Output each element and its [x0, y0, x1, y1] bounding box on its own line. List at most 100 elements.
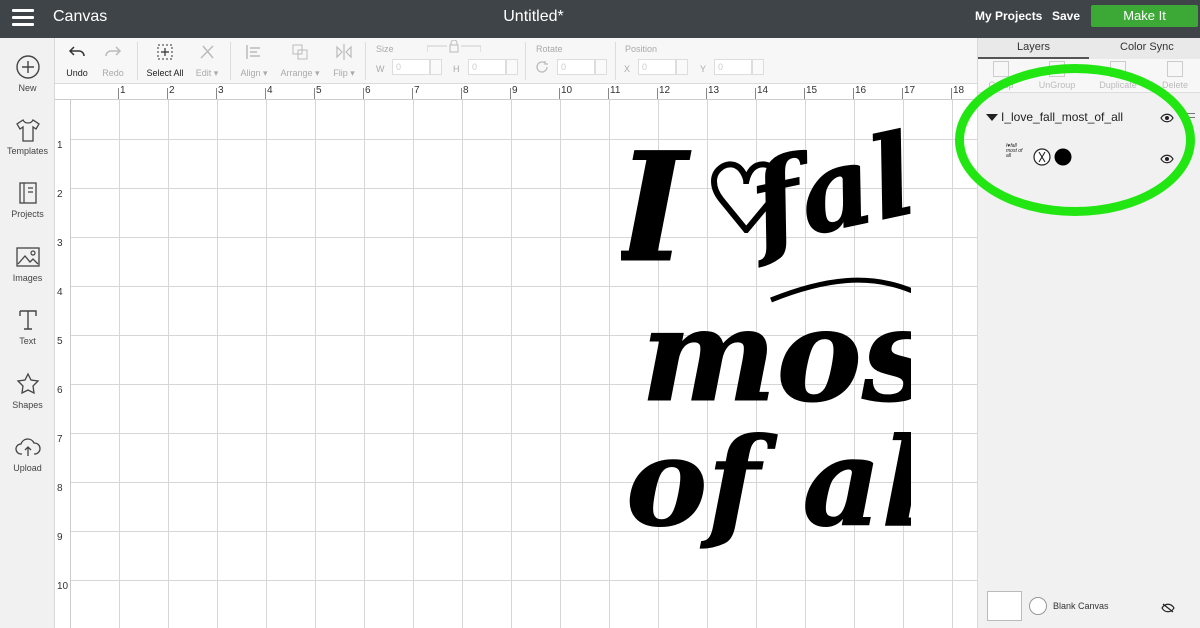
rotate-stepper[interactable]	[595, 59, 607, 75]
layer-group-row[interactable]: I_love_fall_most_of_all	[978, 104, 1200, 130]
position-label: Position	[625, 44, 658, 54]
sidebar-item-shapes[interactable]: Shapes	[0, 371, 55, 410]
ruler-tick-label: 5	[316, 85, 322, 96]
align-dropdown[interactable]: Align ▾	[236, 42, 272, 79]
layers-panel: Layers Color Sync Group UnGroup Duplicat…	[977, 38, 1200, 628]
scissors-edit-icon	[200, 45, 214, 59]
ruler-tick	[559, 88, 560, 99]
ruler-tick-label: 6	[57, 385, 63, 396]
sidebar-item-label: Upload	[13, 463, 42, 473]
sidebar-item-text[interactable]: Text	[0, 307, 55, 346]
height-input[interactable]: 0	[468, 59, 506, 75]
tshirt-icon	[15, 119, 40, 142]
lock-aspect-icon[interactable]	[427, 40, 481, 54]
rotate-icon	[536, 61, 548, 73]
toolbar-divider	[615, 42, 616, 80]
arrange-dropdown[interactable]: Arrange ▾	[278, 42, 322, 79]
ruler-tick	[216, 88, 217, 99]
shapes-icon	[16, 372, 39, 395]
ruler-tick-label: 2	[57, 189, 63, 200]
x-position-stepper[interactable]	[676, 59, 688, 75]
sidebar-item-label: Projects	[11, 209, 44, 219]
y-label: Y	[700, 64, 707, 74]
redo-button[interactable]: Redo	[99, 42, 127, 78]
plus-circle-icon	[15, 55, 40, 79]
x-position-input[interactable]: 0	[638, 59, 676, 75]
design-letter-i: I	[621, 120, 691, 296]
save-button[interactable]: Save	[1052, 9, 1080, 23]
y-position-stepper[interactable]	[752, 59, 764, 75]
layer-actions-bar: Group UnGroup Duplicate Delete	[978, 59, 1200, 93]
ruler-tick-label: 7	[57, 434, 63, 445]
sidebar-item-images[interactable]: Images	[0, 244, 55, 283]
sidebar-item-upload[interactable]: Upload	[0, 434, 55, 473]
design-canvas[interactable]: I ♥ fall most of all	[71, 100, 977, 628]
eye-visibility-icon[interactable]	[1160, 154, 1174, 164]
cloud-upload-icon	[14, 438, 41, 456]
size-label: Size	[376, 44, 394, 54]
sidebar-item-label: New	[18, 83, 37, 93]
top-bar: Canvas Untitled* My Projects Save Make I…	[0, 0, 1200, 38]
tab-layers[interactable]: Layers	[1017, 41, 1050, 53]
select-all-label: Select All	[146, 68, 184, 78]
sidebar-item-templates[interactable]: Templates	[0, 117, 55, 156]
layer-color-swatch[interactable]	[1054, 148, 1072, 166]
ruler-tick	[265, 88, 266, 99]
ruler-tick-label: 11	[610, 85, 621, 96]
width-stepper[interactable]	[430, 59, 442, 75]
edit-label: Edit ▾	[195, 68, 219, 78]
design-words-of-all: of all	[626, 410, 911, 554]
ruler-tick-label: 3	[218, 85, 224, 96]
edit-toolbar: Undo Redo Select All Edit ▾ Align ▾ Arra…	[55, 38, 977, 84]
group-button[interactable]: Group	[986, 61, 1016, 90]
fall-lettering-design[interactable]: I ♥ fall most of all	[621, 120, 911, 580]
sublayer-row[interactable]: I♥fall most of all	[978, 140, 1200, 176]
blank-canvas-color-circle[interactable]	[1029, 597, 1047, 615]
collapse-triangle-icon[interactable]	[986, 114, 998, 121]
sidebar-item-projects[interactable]: Projects	[0, 180, 55, 219]
duplicate-button[interactable]: Duplicate	[1095, 61, 1141, 90]
tab-color-sync[interactable]: Color Sync	[1120, 41, 1174, 53]
ruler-tick-label: 16	[855, 85, 867, 96]
select-all-button[interactable]: Select All	[144, 42, 186, 78]
rotate-input[interactable]: 0	[557, 59, 595, 75]
drag-handle-icon[interactable]	[1183, 113, 1195, 121]
cut-scissors-icon[interactable]	[1033, 148, 1051, 166]
ruler-tick	[951, 88, 952, 99]
x-label: X	[624, 64, 631, 74]
ruler-tick-label: 8	[463, 85, 469, 96]
flip-dropdown[interactable]: Flip ▾	[329, 42, 359, 79]
layer-name[interactable]: I_love_fall_most_of_all	[1001, 110, 1123, 124]
sidebar-item-label: Templates	[6, 146, 49, 156]
ruler-tick-label: 1	[57, 140, 63, 151]
ruler-tick-label: 12	[659, 85, 671, 96]
undo-button[interactable]: Undo	[63, 42, 91, 78]
ruler-tick	[902, 88, 903, 99]
sidebar-item-label: Text	[19, 336, 36, 346]
edit-dropdown[interactable]: Edit ▾	[191, 42, 223, 79]
my-projects-link[interactable]: My Projects	[975, 9, 1042, 23]
ruler-tick-label: 17	[904, 85, 916, 96]
blank-canvas-swatch[interactable]	[987, 591, 1022, 621]
ruler-tick	[510, 88, 511, 99]
make-it-button[interactable]: Make It	[1091, 5, 1198, 27]
blank-canvas-row[interactable]: Blank Canvas	[978, 589, 1200, 625]
eye-hidden-icon[interactable]	[1161, 603, 1175, 613]
text-t-icon	[18, 310, 37, 330]
horizontal-ruler: 1 2 3 4 5 6 7 8 9 10 11 12 13 14 15 16 17 18	[55, 84, 977, 100]
y-position-input[interactable]: 0	[714, 59, 752, 75]
ruler-tick	[657, 88, 658, 99]
width-input[interactable]: 0	[392, 59, 430, 75]
height-stepper[interactable]	[506, 59, 518, 75]
ruler-tick	[167, 88, 168, 99]
sidebar-item-new[interactable]: New	[0, 54, 55, 93]
ungroup-button[interactable]: UnGroup	[1034, 61, 1080, 90]
document-title[interactable]: Untitled*	[0, 8, 1067, 26]
delete-button[interactable]: Delete	[1158, 61, 1192, 90]
ruler-tick-label: 14	[757, 85, 769, 96]
flip-label: Flip ▾	[333, 68, 355, 78]
eye-visibility-icon[interactable]	[1160, 113, 1174, 123]
arrange-label: Arrange ▾	[280, 68, 320, 78]
ruler-tick-label: 8	[57, 483, 63, 494]
ruler-tick-label: 6	[365, 85, 371, 96]
